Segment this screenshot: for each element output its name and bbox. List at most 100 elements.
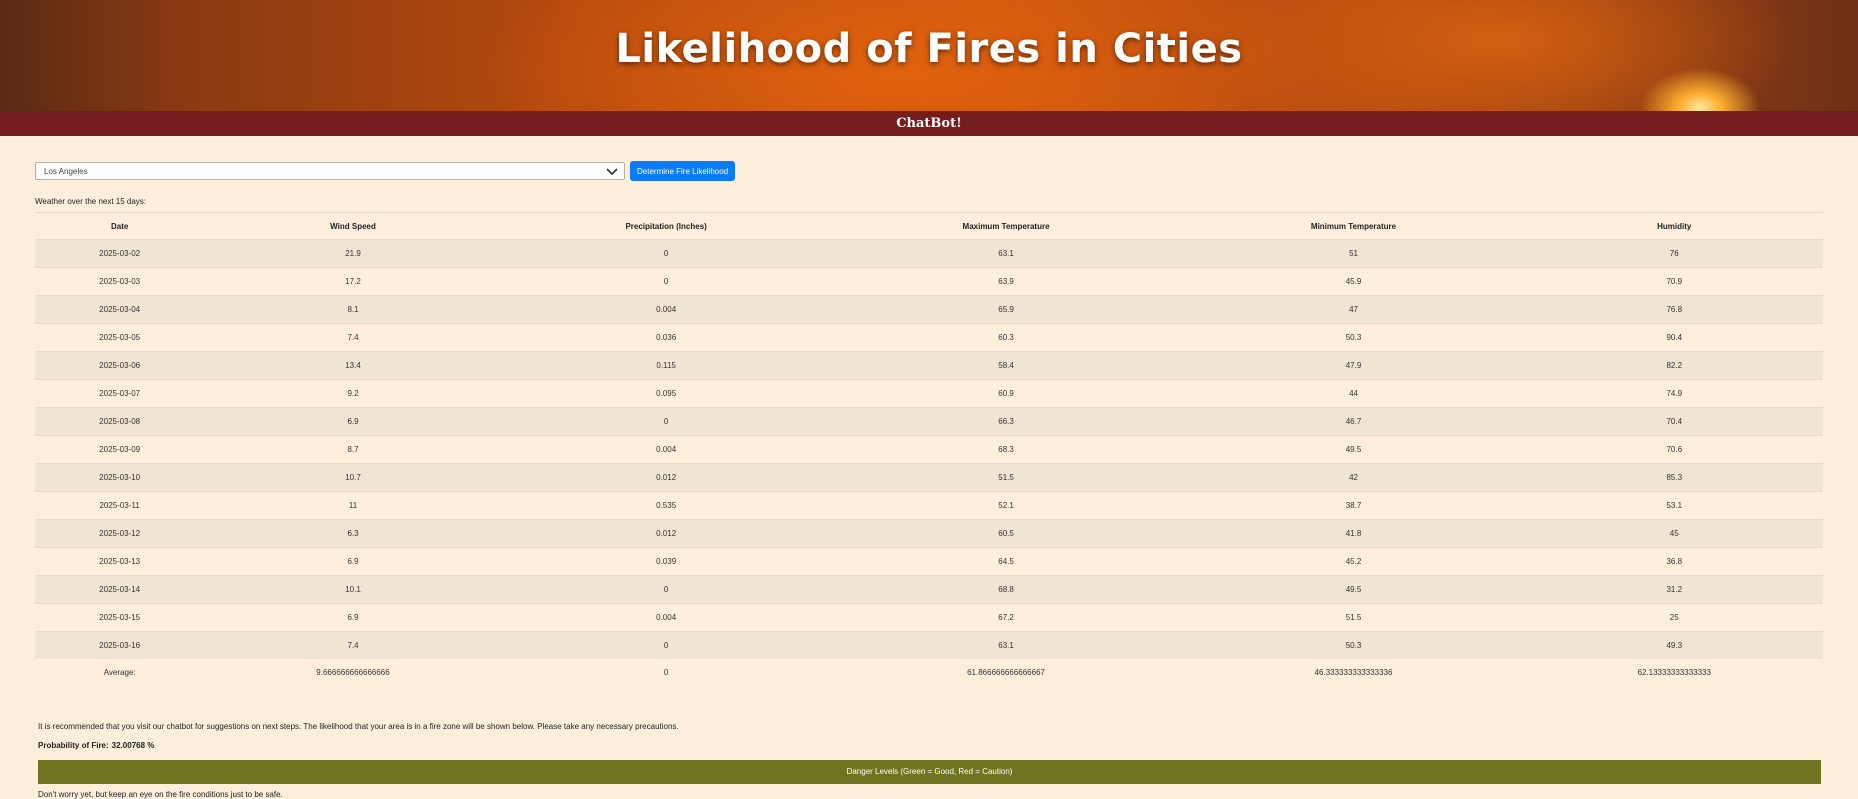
cell-date: 2025-03-03 — [35, 267, 205, 296]
header-precipitation: Precipitation (Inches) — [501, 212, 831, 240]
table-row: 2025-03-09 8.7 0.004 68.3 49.5 70.6 — [35, 435, 1823, 464]
weather-label: Weather over the next 15 days: — [35, 197, 147, 206]
cell-precipitation: 0.535 — [501, 491, 831, 520]
cell-wind-speed: 6.9 — [204, 407, 502, 436]
cell-precipitation: 0.012 — [501, 463, 831, 492]
cell-humidity: 25 — [1525, 603, 1823, 632]
cell-date: 2025-03-12 — [35, 519, 205, 548]
cell-date: 2025-03-15 — [35, 603, 205, 632]
cell-humidity: 36.8 — [1525, 547, 1823, 576]
cell-max-temp: 58.4 — [830, 351, 1182, 380]
danger-level-bar: Danger Levels (Green = Good, Red = Cauti… — [38, 760, 1821, 784]
cell-humidity: 45 — [1525, 519, 1823, 548]
cell-wind-speed: 6.9 — [204, 603, 502, 632]
main-content: Los Angeles Determine Fire Likelihood We… — [0, 161, 1858, 799]
chatbot-link[interactable]: ChatBot! — [0, 111, 1858, 136]
cell-min-temp: 44 — [1181, 379, 1526, 408]
average-label: Average: — [103, 668, 136, 677]
cell-max-temp: 63.1 — [830, 631, 1182, 659]
header-min-temp: Minimum Temperature — [1181, 212, 1526, 240]
cell-min-temp: 51 — [1181, 239, 1526, 268]
cell-min-temp: 47 — [1181, 295, 1526, 324]
cell-min-temp: 50.3 — [1181, 631, 1526, 659]
cell-precipitation: 0.004 — [501, 603, 831, 632]
cell-max-temp: 66.3 — [830, 407, 1182, 436]
cell-wind-speed: 10.7 — [204, 463, 502, 492]
cell-humidity: 70.4 — [1525, 407, 1823, 436]
average-precipitation: 0 — [663, 668, 669, 677]
table-row: 2025-03-14 10.1 0 68.8 49.5 31.2 — [35, 575, 1823, 604]
chevron-down-icon — [606, 168, 618, 176]
cell-precipitation: 0.115 — [501, 351, 831, 380]
header-humidity: Humidity — [1525, 212, 1823, 240]
probability-line: Probability of Fire: 32.00768 % — [38, 741, 1823, 750]
header-max-temp: Maximum Temperature — [830, 212, 1182, 240]
table-row: 2025-03-03 17.2 0 63.9 45.9 70.9 — [35, 267, 1823, 296]
cell-min-temp: 49.5 — [1181, 435, 1526, 464]
cell-wind-speed: 11 — [204, 491, 502, 520]
weather-table-body: 2025-03-02 21.9 0 63.1 51 76 2025-03-03 17.2 0 63… — [35, 239, 1823, 687]
table-row: 2025-03-13 6.9 0.039 64.5 45.2 36.8 — [35, 547, 1823, 576]
cell-date: 2025-03-05 — [35, 323, 205, 352]
cell-max-temp: 60.3 — [830, 323, 1182, 352]
cell-date: 2025-03-13 — [35, 547, 205, 576]
cell-date: 2025-03-08 — [35, 407, 205, 436]
cell-max-temp: 67.2 — [830, 603, 1182, 632]
cell-precipitation: 0.004 — [501, 295, 831, 324]
cell-max-temp: 64.5 — [830, 547, 1182, 576]
average-wind-speed: 9.666666666666666 — [316, 668, 390, 677]
cell-precipitation: 0.039 — [501, 547, 831, 576]
cell-wind-speed: 9.2 — [204, 379, 502, 408]
cell-date: 2025-03-07 — [35, 379, 205, 408]
city-select[interactable]: Los Angeles — [35, 162, 625, 180]
cell-wind-speed: 21.9 — [204, 239, 502, 268]
cell-humidity: 85.3 — [1525, 463, 1823, 492]
cell-precipitation: 0.004 — [501, 435, 831, 464]
cell-wind-speed: 7.4 — [204, 323, 502, 352]
cell-humidity: 70.6 — [1525, 435, 1823, 464]
cell-humidity: 74.9 — [1525, 379, 1823, 408]
cell-precipitation: 0 — [501, 631, 831, 659]
cell-date: 2025-03-11 — [35, 491, 205, 520]
controls-row: Los Angeles Determine Fire Likelihood — [35, 161, 1823, 181]
cell-date: 2025-03-02 — [35, 239, 205, 268]
determine-fire-likelihood-button[interactable]: Determine Fire Likelihood — [630, 161, 736, 181]
cell-max-temp: 68.3 — [830, 435, 1182, 464]
table-row: 2025-03-08 6.9 0 66.3 46.7 70.4 — [35, 407, 1823, 436]
cell-min-temp: 51.5 — [1181, 603, 1526, 632]
cell-precipitation: 0 — [501, 575, 831, 604]
probability-label: Probability of Fire: — [38, 741, 109, 750]
cell-max-temp: 68.8 — [830, 575, 1182, 604]
cell-date: 2025-03-16 — [35, 631, 205, 659]
cell-min-temp: 41.8 — [1181, 519, 1526, 548]
cell-max-temp: 63.9 — [830, 267, 1182, 296]
cell-max-temp: 60.9 — [830, 379, 1182, 408]
cell-wind-speed: 8.1 — [204, 295, 502, 324]
cell-date: 2025-03-09 — [35, 435, 205, 464]
table-row: 2025-03-12 6.3 0.012 60.5 41.8 45 — [35, 519, 1823, 548]
cell-precipitation: 0 — [501, 239, 831, 268]
table-row: 2025-03-11 11 0.535 52.1 38.7 53.1 — [35, 491, 1823, 520]
header-wind-speed: Wind Speed — [204, 212, 502, 240]
average-max-temp: 61.866666666666667 — [967, 668, 1045, 677]
cell-min-temp: 42 — [1181, 463, 1526, 492]
table-row: 2025-03-16 7.4 0 63.1 50.3 49.3 — [35, 631, 1823, 659]
average-humidity: 62.13333333333333 — [1637, 668, 1711, 677]
cell-precipitation: 0.095 — [501, 379, 831, 408]
table-row: 2025-03-15 6.9 0.004 67.2 51.5 25 — [35, 603, 1823, 632]
cell-humidity: 49.3 — [1525, 631, 1823, 659]
cell-humidity: 82.2 — [1525, 351, 1823, 380]
cell-date: 2025-03-10 — [35, 463, 205, 492]
cell-wind-speed: 6.3 — [204, 519, 502, 548]
cell-min-temp: 47.9 — [1181, 351, 1526, 380]
cell-wind-speed: 13.4 — [204, 351, 502, 380]
table-row: 2025-03-10 10.7 0.012 51.5 42 85.3 — [35, 463, 1823, 492]
cell-min-temp: 45.9 — [1181, 267, 1526, 296]
city-select-value: Los Angeles — [44, 166, 88, 176]
cell-precipitation: 0 — [501, 407, 831, 436]
table-row: 2025-03-07 9.2 0.095 60.9 44 74.9 — [35, 379, 1823, 408]
cell-min-temp: 38.7 — [1181, 491, 1526, 520]
cell-wind-speed: 6.9 — [204, 547, 502, 576]
cell-wind-speed: 17.2 — [204, 267, 502, 296]
average-row: Average: 9.666666666666666 0 61.86666666666… — [35, 659, 1823, 686]
